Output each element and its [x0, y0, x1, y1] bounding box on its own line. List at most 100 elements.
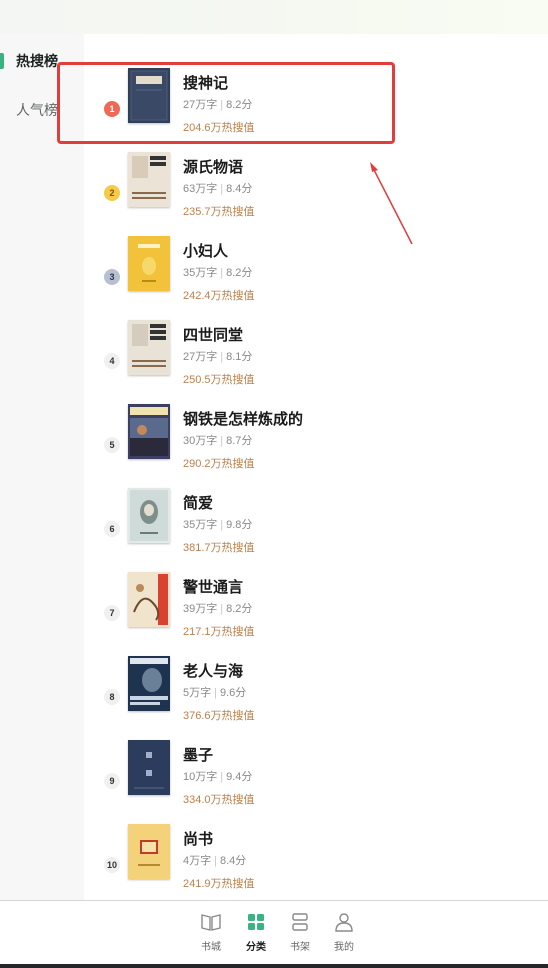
book-title: 尚书	[183, 831, 214, 848]
book-item[interactable]: 2 源氏物语 63万字 | 8.4分 235.7万热搜值	[84, 152, 548, 236]
word-count: 4万字	[183, 855, 212, 867]
tab-popularity[interactable]: 人气榜	[0, 90, 84, 130]
heat-value: 250.5万热搜值	[183, 374, 255, 386]
word-count: 30万字	[183, 435, 218, 447]
nav-label: 分类	[246, 942, 266, 953]
rank-badge: 6	[104, 521, 120, 537]
book-meta: 35万字 | 9.8分	[183, 519, 253, 531]
rank-sidebar: 热搜榜 人气榜	[0, 34, 84, 900]
heat-value: 290.2万热搜值	[183, 458, 255, 470]
rank-badge: 4	[104, 353, 120, 369]
book-cover	[128, 320, 170, 375]
book-cover	[128, 740, 170, 795]
word-count: 63万字	[183, 183, 218, 195]
book-title: 搜神记	[183, 75, 229, 92]
book-score: 8.4分	[226, 183, 253, 195]
heat-value: 376.6万热搜值	[183, 710, 255, 722]
heat-value: 204.6万热搜值	[183, 122, 255, 134]
grid-icon	[248, 914, 264, 930]
rank-badge: 10	[104, 857, 120, 873]
annotation-arrow	[370, 162, 413, 245]
nav-label: 书城	[201, 942, 221, 953]
nav-profile[interactable]: 我的	[322, 911, 366, 953]
book-score: 8.2分	[226, 603, 253, 615]
active-tab-indicator	[0, 53, 4, 69]
book-score: 8.7分	[226, 435, 253, 447]
rank-badge: 8	[104, 689, 120, 705]
rank-badge: 5	[104, 437, 120, 453]
person-icon	[335, 913, 353, 932]
word-count: 10万字	[183, 771, 218, 783]
book-item[interactable]: 10 尚书 4万字 | 8.4分 241.9万热搜值	[84, 824, 548, 908]
word-count: 5万字	[183, 687, 212, 699]
book-item[interactable]: 3 小妇人 35万字 | 8.2分 242.4万热搜值	[84, 236, 548, 320]
rank-badge: 9	[104, 773, 120, 789]
nav-bookstore[interactable]: 书城	[189, 911, 233, 953]
rank-badge: 2	[104, 185, 120, 201]
book-meta: 10万字 | 9.4分	[183, 771, 253, 783]
book-item[interactable]: 8 老人与海 5万字 | 9.6分 376.6万热搜值	[84, 656, 548, 740]
word-count: 39万字	[183, 603, 218, 615]
rank-badge: 7	[104, 605, 120, 621]
book-cover	[128, 824, 170, 879]
book-cover	[128, 236, 170, 291]
book-cover	[128, 572, 170, 627]
book-item[interactable]: 6 简爱 35万字 | 9.8分 381.7万热搜值	[84, 488, 548, 572]
book-cover	[128, 404, 170, 459]
book-title: 四世同堂	[183, 327, 244, 344]
book-meta: 39万字 | 8.2分	[183, 603, 253, 615]
book-cover	[128, 68, 170, 123]
rank-badge: 3	[104, 269, 120, 285]
tab-label: 热搜榜	[16, 53, 58, 69]
word-count: 35万字	[183, 267, 218, 279]
book-score: 9.8分	[226, 519, 253, 531]
book-meta: 30万字 | 8.7分	[183, 435, 253, 447]
word-count: 35万字	[183, 519, 218, 531]
tab-hot-search[interactable]: 热搜榜	[0, 41, 84, 81]
book-title: 简爱	[183, 495, 214, 512]
book-item[interactable]: 5 钢铁是怎样炼成的 30万字 | 8.7分 290.2万热搜值	[84, 404, 548, 488]
heat-value: 241.9万热搜值	[183, 878, 255, 890]
book-cover	[128, 488, 170, 543]
nav-category[interactable]: 分类	[234, 911, 278, 953]
book-meta: 27万字 | 8.1分	[183, 351, 253, 363]
book-score: 9.4分	[226, 771, 253, 783]
bottom-nav: 书城 分类 书架 我的	[0, 900, 548, 968]
book-score: 8.4分	[219, 855, 247, 867]
word-count: 27万字	[183, 99, 218, 111]
book-meta: 5万字 | 9.6分	[183, 687, 247, 699]
heat-value: 235.7万热搜值	[183, 206, 255, 218]
book-meta: 35万字 | 8.2分	[183, 267, 253, 279]
book-rank-list: 1 搜神记 27万字 | 8.2分 204.6万热搜值 2 源氏物语 63万字 | 8.…	[84, 34, 548, 900]
book-score: 8.1分	[226, 351, 253, 363]
book-score: 9.6分	[219, 687, 247, 699]
heat-value: 334.0万热搜值	[183, 794, 255, 806]
book-item[interactable]: 4 四世同堂 27万字 | 8.1分 250.5万热搜值	[84, 320, 548, 404]
word-count: 27万字	[183, 351, 218, 363]
book-title: 源氏物语	[183, 159, 244, 176]
heat-value: 381.7万热搜值	[183, 542, 255, 554]
book-title: 小妇人	[183, 243, 229, 260]
book-title: 老人与海	[183, 663, 244, 680]
book-title: 钢铁是怎样炼成的	[183, 411, 304, 428]
book-item[interactable]: 7 警世通言 39万字 | 8.2分 217.1万热搜值	[84, 572, 548, 656]
book-meta: 63万字 | 8.4分	[183, 183, 253, 195]
top-band	[0, 0, 548, 34]
heat-value: 217.1万热搜值	[183, 626, 255, 638]
book-cover	[128, 656, 170, 711]
book-score: 8.2分	[226, 99, 253, 111]
book-item[interactable]: 9 墨子 10万字 | 9.4分 334.0万热搜值	[84, 740, 548, 824]
rank-badge: 1	[104, 101, 120, 117]
tab-label: 人气榜	[16, 102, 58, 118]
book-icon	[201, 914, 221, 931]
book-meta: 4万字 | 8.4分	[183, 855, 247, 867]
nav-bookshelf[interactable]: 书架	[278, 911, 322, 953]
book-cover	[128, 152, 170, 207]
book-score: 8.2分	[226, 267, 253, 279]
book-title: 墨子	[183, 747, 214, 764]
book-item[interactable]: 1 搜神记 27万字 | 8.2分 204.6万热搜值	[84, 68, 548, 152]
shelf-icon	[292, 913, 308, 931]
book-title: 警世通言	[183, 579, 244, 596]
nav-label: 我的	[334, 942, 354, 953]
heat-value: 242.4万热搜值	[183, 290, 255, 302]
